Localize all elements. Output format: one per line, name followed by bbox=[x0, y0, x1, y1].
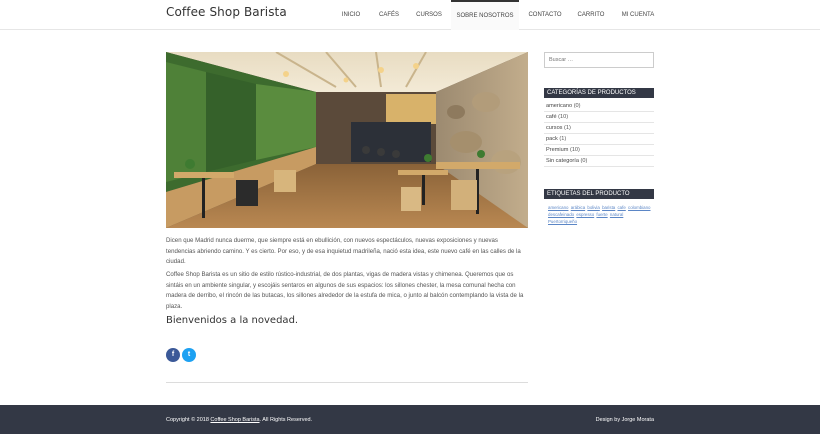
tag-link[interactable]: fuerte bbox=[596, 212, 607, 217]
copyright-text: Copyright © 2018 Coffee Shop Barista. Al… bbox=[166, 417, 313, 423]
tag-link[interactable]: americano bbox=[548, 205, 569, 210]
twitter-share-button[interactable]: t bbox=[182, 348, 196, 362]
tag-link[interactable]: arábica bbox=[571, 205, 585, 210]
design-credit: Design by Jorge Morata bbox=[595, 417, 654, 423]
nav-item-sobre-nosotros[interactable]: SOBRE NOSOTROS bbox=[451, 0, 519, 30]
search-input[interactable] bbox=[544, 52, 654, 68]
tag-cloud: americano arábica bolivia barista cafe c… bbox=[548, 204, 652, 225]
facebook-icon: f bbox=[171, 351, 175, 358]
cafe-interior-image bbox=[166, 52, 528, 228]
nav-item-carrito[interactable]: CARRITO bbox=[572, 0, 610, 30]
content-divider bbox=[166, 382, 528, 383]
category-item-cursos[interactable]: cursos (1) bbox=[544, 123, 654, 134]
category-item-americano[interactable]: americano (0) bbox=[544, 101, 654, 112]
welcome-heading: Bienvenidos a la novedad. bbox=[166, 315, 299, 326]
description-paragraph: Coffee Shop Barista es un sitio de estil… bbox=[166, 271, 524, 310]
tag-link[interactable]: cafe bbox=[617, 205, 625, 210]
category-item-cafe[interactable]: café (10) bbox=[544, 112, 654, 123]
nav-item-cafes[interactable]: CAFÉS bbox=[372, 0, 406, 30]
site-header: Coffee Shop Barista INICIO CAFÉS CURSOS … bbox=[0, 0, 820, 30]
tags-widget-title: ETIQUETAS DEL PRODUCTO bbox=[544, 189, 654, 199]
site-title[interactable]: Coffee Shop Barista bbox=[166, 5, 287, 19]
nav-item-inicio[interactable]: INICIO bbox=[334, 0, 368, 30]
categories-list: americano (0) café (10) cursos (1) pack … bbox=[544, 101, 654, 167]
tag-link[interactable]: natural bbox=[610, 212, 623, 217]
site-footer: Copyright © 2018 Coffee Shop Barista. Al… bbox=[0, 405, 820, 434]
tag-link[interactable]: Puertorriqueño bbox=[548, 219, 577, 224]
tag-link[interactable]: bolivia bbox=[587, 205, 599, 210]
tag-link[interactable]: descafeinado bbox=[548, 212, 574, 217]
tag-link[interactable]: espresso bbox=[576, 212, 594, 217]
intro-paragraph: Dicen que Madrid nunca duerme, que siemp… bbox=[166, 237, 521, 265]
tag-link[interactable]: colombiano bbox=[628, 205, 650, 210]
facebook-share-button[interactable]: f bbox=[166, 348, 180, 362]
twitter-icon: t bbox=[187, 351, 191, 358]
category-item-sin-categoria[interactable]: Sin categoría (0) bbox=[544, 156, 654, 167]
categories-widget-title: CATEGORÍAS DE PRODUCTOS bbox=[544, 88, 654, 98]
category-item-premium[interactable]: Premium (10) bbox=[544, 145, 654, 156]
footer-site-link[interactable]: Coffee Shop Barista bbox=[210, 417, 259, 423]
nav-item-cursos[interactable]: CURSOS bbox=[412, 0, 446, 30]
category-item-pack[interactable]: pack (1) bbox=[544, 134, 654, 145]
nav-item-contacto[interactable]: CONTACTO bbox=[524, 0, 566, 30]
nav-item-mi-cuenta[interactable]: MI CUENTA bbox=[616, 0, 660, 30]
tag-link[interactable]: barista bbox=[602, 205, 615, 210]
